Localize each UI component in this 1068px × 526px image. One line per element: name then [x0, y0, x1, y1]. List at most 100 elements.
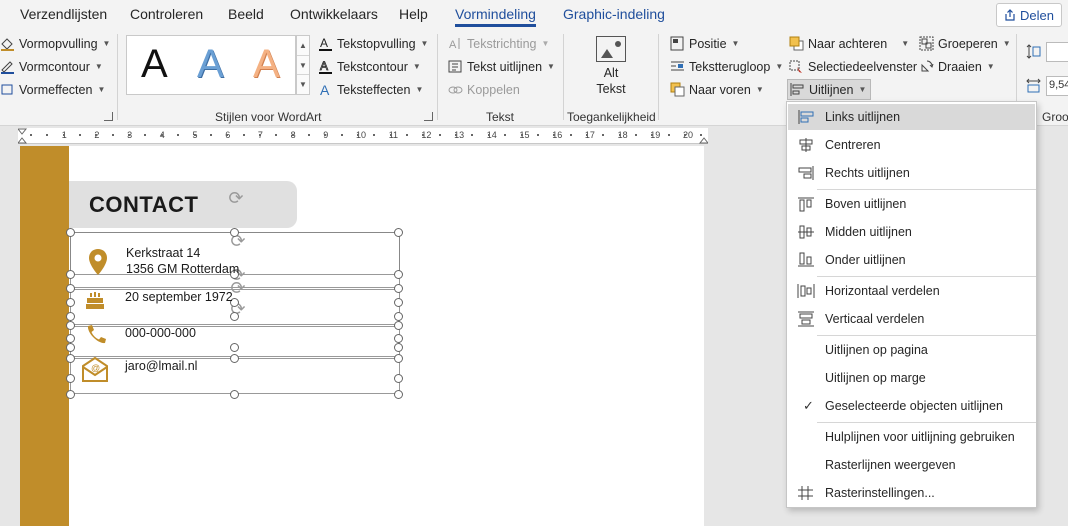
resize-handle[interactable]	[66, 321, 75, 330]
shape-outline-button[interactable]: Vormcontour ▼	[0, 59, 103, 74]
menu-item-align-selected[interactable]: ✓ Geselecteerde objecten uitlijnen	[788, 393, 1035, 419]
horizontal-ruler[interactable]: 1234567891011121314151617181920	[18, 128, 708, 144]
pencil-icon	[0, 59, 15, 74]
ruler-tick	[438, 134, 441, 136]
birthday-text[interactable]: 20 september 1972	[125, 289, 233, 305]
resize-handle[interactable]	[394, 321, 403, 330]
contact-heading[interactable]: CONTACT	[89, 192, 198, 218]
menu-item-distribute-horizontal[interactable]: Horizontaal verdelen	[788, 278, 1035, 304]
resize-handle[interactable]	[394, 374, 403, 383]
scroll-up-icon[interactable]: ▲	[297, 36, 309, 56]
chevron-down-icon: ▼	[547, 62, 555, 71]
resize-handle[interactable]	[230, 312, 239, 321]
menu-item-align-left[interactable]: Links uitlijnen	[788, 104, 1035, 130]
selection-pane-button[interactable]: Selectiedeelvenster	[789, 59, 917, 74]
menu-item-grid-settings[interactable]: Rasterinstellingen...	[788, 480, 1035, 506]
send-backward-button[interactable]: Naar achteren ▼	[789, 36, 909, 51]
align-button[interactable]: Uitlijnen ▼	[787, 79, 872, 100]
menu-item-align-bottom[interactable]: Onder uitlijnen	[788, 247, 1035, 273]
menu-divider	[817, 335, 1036, 336]
text-fill-button[interactable]: A Tekstopvulling ▼	[318, 36, 428, 51]
align-dropdown-menu: Links uitlijnen Centreren Rechts uitlijn…	[786, 101, 1037, 508]
bring-forward-button[interactable]: Naar voren ▼	[670, 82, 764, 97]
resize-handle[interactable]	[66, 312, 75, 321]
address-line-1[interactable]: Kerkstraat 14	[126, 245, 200, 261]
wordart-gallery[interactable]: A A A	[126, 35, 296, 95]
text-direction-button[interactable]: A Tekstrichting ▼	[448, 36, 549, 52]
resize-handle[interactable]	[230, 390, 239, 399]
selection-frame[interactable]	[70, 326, 400, 357]
rotate-handle-icon[interactable]: ⟳	[225, 187, 247, 209]
ruler-tick	[144, 134, 147, 136]
tab-shape-format[interactable]: Vormindeling	[455, 6, 536, 27]
text-outline-button[interactable]: A Tekstcontour ▼	[318, 59, 421, 74]
resize-handle[interactable]	[394, 390, 403, 399]
ruler-tick	[504, 134, 507, 136]
resize-handle[interactable]	[230, 354, 239, 363]
menu-item-distribute-vertical[interactable]: Verticaal verdelen	[788, 306, 1035, 332]
menu-item-center[interactable]: Centreren	[788, 132, 1035, 158]
resize-handle[interactable]	[66, 284, 75, 293]
resize-handle[interactable]	[394, 284, 403, 293]
tab-view[interactable]: Beeld	[228, 6, 264, 22]
text-outline-icon: A	[318, 59, 333, 74]
wordart-launcher-icon[interactable]	[424, 112, 433, 121]
alt-text-button[interactable]: Alt Tekst	[587, 36, 635, 97]
accessibility-group-label: Toegankelijkheid	[567, 110, 656, 124]
resize-handle[interactable]	[66, 374, 75, 383]
menu-item-align-to-margin[interactable]: Uitlijnen op marge	[788, 365, 1035, 391]
menu-item-align-right[interactable]: Rechts uitlijnen	[788, 160, 1035, 186]
link-button[interactable]: Koppelen	[448, 82, 520, 97]
tab-mailings[interactable]: Verzendlijsten	[20, 6, 107, 22]
menu-item-view-gridlines[interactable]: Rasterlijnen weergeven	[788, 452, 1035, 478]
email-text[interactable]: jaro@lmail.nl	[125, 358, 197, 374]
resize-handle[interactable]	[394, 298, 403, 307]
shape-styles-launcher-icon[interactable]	[104, 112, 113, 121]
resize-handle[interactable]	[394, 354, 403, 363]
tab-review[interactable]: Controleren	[130, 6, 203, 22]
document-page[interactable]: CONTACT ⟳ ⟳ ⟳ ⟳ ⟳ Kerkstraat 14 1356 GM …	[20, 146, 704, 526]
text-align-button[interactable]: Tekst uitlijnen ▼	[448, 59, 555, 74]
shape-fill-button[interactable]: Vormopvulling ▼	[0, 36, 110, 51]
text-effects-button[interactable]: A Teksteffecten ▼	[318, 82, 423, 98]
contact-heading-box[interactable]: CONTACT	[69, 181, 297, 228]
wordart-sample-black[interactable]: A	[141, 42, 168, 87]
resize-handle[interactable]	[66, 343, 75, 352]
height-input[interactable]	[1046, 42, 1068, 62]
wordart-gallery-scroll[interactable]: ▲ ▼ ▼	[296, 35, 310, 95]
group-objects-button[interactable]: Groeperen ▼	[919, 36, 1011, 51]
resize-handle[interactable]	[230, 343, 239, 352]
resize-handle[interactable]	[394, 334, 403, 343]
resize-handle[interactable]	[66, 298, 75, 307]
shape-effects-button[interactable]: Vormeffecten ▼	[0, 82, 105, 97]
gallery-more-icon[interactable]: ▼	[297, 75, 309, 94]
menu-item-align-middle[interactable]: Midden uitlijnen	[788, 219, 1035, 245]
resize-handle[interactable]	[66, 270, 75, 279]
position-button[interactable]: Positie ▼	[670, 36, 739, 51]
width-input[interactable]: 9,54	[1046, 76, 1068, 96]
selection-frame[interactable]	[70, 358, 400, 394]
share-button[interactable]: Delen	[996, 3, 1062, 27]
resize-handle[interactable]	[66, 390, 75, 399]
rotate-button[interactable]: Draaien ▼	[919, 59, 995, 74]
resize-handle[interactable]	[394, 228, 403, 237]
menu-item-align-top[interactable]: Boven uitlijnen	[788, 191, 1035, 217]
resize-handle[interactable]	[66, 354, 75, 363]
menu-item-use-guides[interactable]: Hulplijnen voor uitlijning gebruiken	[788, 424, 1035, 450]
resize-handle[interactable]	[66, 334, 75, 343]
resize-handle[interactable]	[394, 343, 403, 352]
menu-item-align-to-page[interactable]: Uitlijnen op pagina	[788, 337, 1035, 363]
resize-handle[interactable]	[394, 270, 403, 279]
tab-help[interactable]: Help	[399, 6, 428, 22]
wrap-text-button[interactable]: Tekstterugloop ▼	[670, 59, 783, 74]
scroll-down-icon[interactable]: ▼	[297, 56, 309, 76]
resize-handle[interactable]	[230, 228, 239, 237]
resize-handle[interactable]	[66, 228, 75, 237]
phone-text[interactable]: 000-000-000	[125, 325, 196, 341]
tab-graphic-format[interactable]: Graphic-indeling	[563, 6, 665, 22]
resize-handle[interactable]	[394, 312, 403, 321]
tab-developer[interactable]: Ontwikkelaars	[290, 6, 378, 22]
address-line-2[interactable]: 1356 GM Rotterdam	[126, 261, 239, 277]
wordart-sample-blue[interactable]: A	[197, 42, 224, 87]
wordart-sample-orange[interactable]: A	[253, 42, 280, 87]
